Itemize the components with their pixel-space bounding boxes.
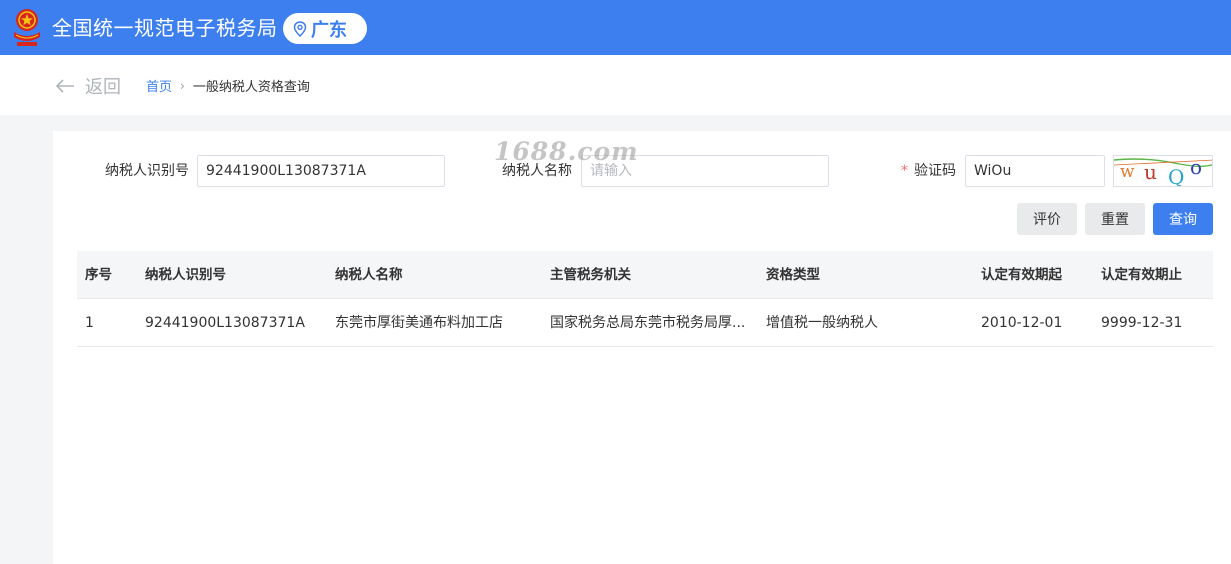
query-card: 纳税人识别号 纳税人名称 * 验证码 w u Q o 评价 重置 查询 序号 纳税… <box>53 131 1231 564</box>
top-header: 全国统一规范电子税务局 广东 <box>0 0 1231 55</box>
table-header: 序号 纳税人识别号 纳税人名称 主管税务机关 资格类型 认定有效期起 认定有效期… <box>77 251 1213 299</box>
column-header: 资格类型 <box>766 267 820 283</box>
region-label: 广东 <box>311 19 347 41</box>
breadcrumb-bar: 返回 首页 › 一般纳税人资格查询 <box>0 55 1231 115</box>
region-selector[interactable]: 广东 <box>283 13 367 44</box>
table-row[interactable]: 1 92441900L13087371A 东莞市厚街美通布料加工店 国家税务总局… <box>77 299 1213 347</box>
breadcrumb-home-link[interactable]: 首页 <box>146 76 172 95</box>
table-cell: 国家税务总局东莞市税务局厚... <box>550 315 746 331</box>
taxpayer-id-label: 纳税人识别号 <box>105 163 189 179</box>
arrow-left-icon <box>55 79 74 93</box>
captcha-char: Q <box>1168 165 1184 187</box>
table-cell: 1 <box>85 315 94 331</box>
back-label: 返回 <box>85 77 121 98</box>
evaluate-button[interactable]: 评价 <box>1017 203 1077 235</box>
captcha-label: * 验证码 <box>901 155 956 187</box>
result-table: 序号 纳税人识别号 纳税人名称 主管税务机关 资格类型 认定有效期起 认定有效期… <box>77 251 1213 347</box>
site-title: 全国统一规范电子税务局 <box>52 16 278 40</box>
reset-button[interactable]: 重置 <box>1085 203 1145 235</box>
captcha-graphic: w u Q o <box>1114 156 1212 187</box>
breadcrumb: 首页 › 一般纳税人资格查询 <box>146 76 310 96</box>
column-header: 主管税务机关 <box>550 267 631 283</box>
captcha-char: u <box>1144 160 1157 184</box>
column-header: 认定有效期起 <box>981 267 1062 283</box>
table-cell: 东莞市厚街美通布料加工店 <box>335 315 503 331</box>
required-mark: * <box>901 163 908 179</box>
table-cell: 92441900L13087371A <box>145 315 305 331</box>
chevron-right-icon: › <box>180 78 185 93</box>
captcha-input[interactable] <box>965 155 1105 187</box>
tax-emblem-icon <box>14 9 40 46</box>
taxpayer-name-input[interactable] <box>581 155 829 187</box>
taxpayer-name-label: 纳税人名称 <box>502 163 572 179</box>
table-cell: 2010-12-01 <box>981 315 1063 331</box>
column-header: 序号 <box>85 267 112 283</box>
column-header: 纳税人识别号 <box>145 267 226 283</box>
captcha-image[interactable]: w u Q o <box>1113 155 1213 187</box>
back-button[interactable]: 返回 <box>55 73 121 99</box>
column-header: 纳税人名称 <box>335 267 403 283</box>
query-button[interactable]: 查询 <box>1153 203 1213 235</box>
column-header: 认定有效期止 <box>1101 267 1182 283</box>
taxpayer-id-input[interactable] <box>197 155 445 187</box>
table-cell: 9999-12-31 <box>1101 315 1183 331</box>
breadcrumb-current: 一般纳税人资格查询 <box>192 80 310 95</box>
captcha-char: o <box>1190 156 1202 179</box>
captcha-label-text: 验证码 <box>914 163 956 179</box>
table-cell: 增值税一般纳税人 <box>766 315 878 331</box>
captcha-char: w <box>1120 162 1135 182</box>
location-pin-icon <box>293 20 307 37</box>
